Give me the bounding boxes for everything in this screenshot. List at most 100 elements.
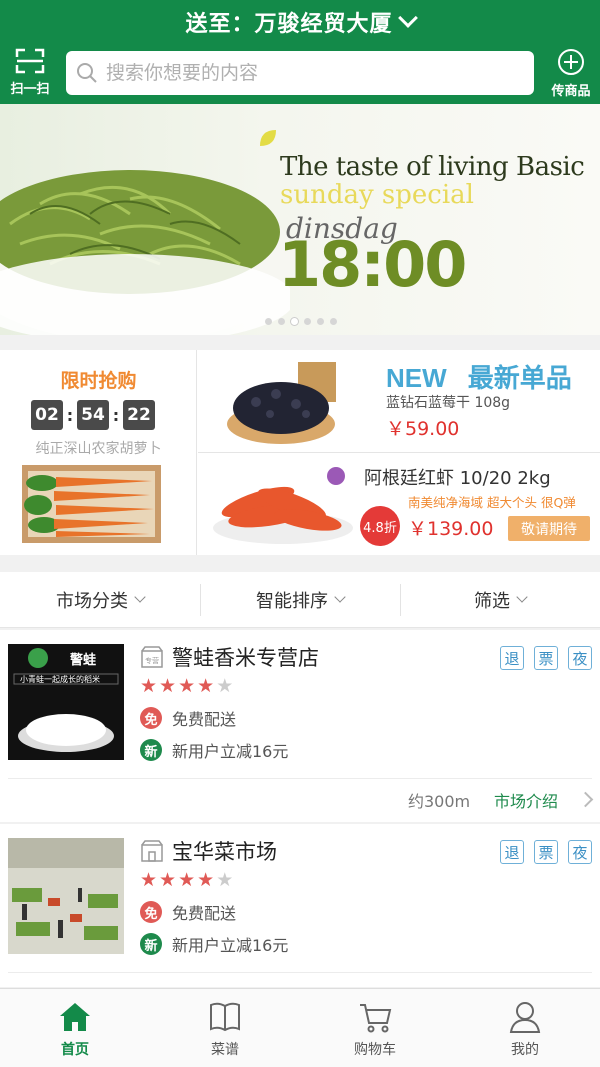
invoice-tag: 票	[534, 646, 558, 670]
carousel-dot[interactable]	[317, 318, 324, 325]
promo-item-price: ￥139.00	[408, 518, 494, 540]
filter-bar: 市场分类 智能排序 筛选	[0, 572, 600, 628]
star-empty-icon: ★	[216, 869, 234, 891]
store-icon	[141, 840, 163, 862]
user-icon	[509, 1002, 541, 1033]
new-badge: 新	[140, 739, 162, 761]
chevron-right-icon[interactable]	[577, 791, 594, 808]
carousel-dot[interactable]	[291, 318, 298, 325]
shop-name: 警蛙香米专营店	[172, 646, 319, 670]
shop-card[interactable]: 警蛙 小青蛙一起成长的稻米 专营 警蛙香米专营店 ★ ★ ★ ★ ★ 免 免费配送 新 …	[0, 630, 600, 822]
star-icon: ★	[140, 869, 158, 891]
new-item-tag: NEW 最新单品	[386, 358, 572, 395]
store-icon: 专营	[141, 646, 163, 668]
divider	[8, 778, 592, 779]
new-user-text: 新用户立减16元	[172, 936, 289, 955]
new-item-name: 蓝钻石蓝莓干 108g	[386, 395, 511, 411]
free-badge: 免	[140, 901, 162, 923]
tea-bowl-image	[0, 170, 290, 335]
scan-icon	[15, 48, 45, 74]
shop-thumbnail: 警蛙 小青蛙一起成长的稻米	[8, 644, 124, 760]
star-icon: ★	[159, 869, 177, 891]
promo-banner[interactable]: The taste of living Basic sunday special…	[0, 104, 600, 335]
filter-smart-sort[interactable]: 智能排序	[200, 572, 400, 627]
shop-service-tags: 退 票 夜	[500, 646, 592, 670]
coming-soon-badge: 敬请期待	[508, 516, 590, 541]
filter-market-category[interactable]: 市场分类	[0, 572, 200, 627]
location-name: 万骏经贸大厦	[254, 12, 393, 37]
chevron-down-icon	[516, 591, 528, 603]
scan-button[interactable]: 扫一扫	[4, 48, 56, 100]
countdown-timer: 02 : 54 : 22	[31, 400, 155, 430]
tab-cart[interactable]: 购物车	[300, 989, 450, 1067]
tab-cart-label: 购物车	[354, 1042, 396, 1058]
star-empty-icon: ★	[216, 675, 234, 697]
store-icon-text: 专营	[145, 656, 159, 665]
shop-thumbnail	[8, 838, 124, 954]
publish-button[interactable]: 传商品	[544, 48, 598, 100]
carousel-dot[interactable]	[330, 318, 337, 325]
tab-profile[interactable]: 我的	[450, 989, 600, 1067]
delivery-location[interactable]: 送至： 万骏经贸大厦	[0, 0, 600, 44]
star-icon: ★	[197, 869, 215, 891]
free-delivery-text: 免费配送	[172, 710, 237, 729]
shop-logo-text: 警蛙	[70, 652, 96, 668]
bottom-tab-bar: 首页 菜谱 购物车 我的	[0, 988, 600, 1067]
shop-service-tags: 退 票 夜	[500, 840, 592, 864]
new-tag-en: NEW	[386, 363, 447, 393]
search-input[interactable]	[106, 62, 526, 84]
shop-card[interactable]: 宝华菜市场 ★ ★ ★ ★ ★ 免 免费配送 新 新用户立减16元 退 票 夜	[0, 824, 600, 987]
star-icon: ★	[140, 675, 158, 697]
carousel-dot[interactable]	[265, 318, 272, 325]
carrot-crate-image	[22, 465, 161, 543]
countdown-minutes: 54	[77, 400, 109, 430]
free-delivery-row: 免 免费配送	[140, 900, 236, 924]
free-delivery-text: 免费配送	[172, 904, 237, 923]
tab-home-label: 首页	[61, 1042, 89, 1058]
countdown-hours: 02	[31, 400, 63, 430]
location-prefix: 送至：	[185, 12, 255, 37]
chevron-down-icon	[397, 8, 418, 28]
star-icon: ★	[197, 675, 215, 697]
tab-recipes[interactable]: 菜谱	[150, 989, 300, 1067]
shop-rating: ★ ★ ★ ★ ★	[140, 677, 233, 696]
new-tag-cn: 最新单品	[467, 364, 572, 394]
new-item-card[interactable]: NEW 最新单品 蓝钻石蓝莓干 108g ￥59.00	[198, 350, 600, 453]
refund-tag: 退	[500, 646, 524, 670]
flash-sale-card[interactable]: 限时抢购 02 : 54 : 22 纯正深山农家胡萝卜	[0, 350, 197, 555]
carousel-dot[interactable]	[304, 318, 311, 325]
promo-item-name: 阿根廷红虾 10/20 2kg	[364, 468, 551, 489]
carousel-dot[interactable]	[278, 318, 285, 325]
publish-label: 传商品	[551, 84, 591, 99]
new-item-price: ￥59.00	[386, 418, 460, 440]
tab-recipes-label: 菜谱	[211, 1042, 239, 1058]
tab-home[interactable]: 首页	[0, 989, 150, 1067]
shrimp-promo-card[interactable]: 阿根廷红虾 10/20 2kg 南美纯净海域 超大个头 很Q弹 4.8折 ￥13…	[198, 454, 600, 555]
flash-sale-title: 限时抢购	[60, 370, 137, 392]
filter-screen[interactable]: 筛选	[400, 572, 600, 627]
app-header: 送至： 万骏经贸大厦 扫一扫 传商品	[0, 0, 600, 104]
book-icon	[210, 1002, 240, 1032]
search-bar[interactable]	[66, 51, 534, 95]
discount-badge: 4.8折	[360, 506, 400, 546]
market-intro-link[interactable]: 市场介绍	[494, 788, 558, 812]
refund-tag: 退	[500, 840, 524, 864]
new-user-row: 新 新用户立减16元	[140, 932, 288, 956]
search-icon	[77, 63, 97, 83]
tab-profile-label: 我的	[511, 1042, 539, 1058]
invoice-tag: 票	[534, 840, 558, 864]
promo-grid: 限时抢购 02 : 54 : 22 纯正深山农家胡萝卜 NEW 最新单品 蓝钻石…	[0, 350, 600, 555]
blueberry-bowl-image	[227, 362, 336, 444]
flash-sale-product: 纯正深山农家胡萝卜	[35, 441, 162, 457]
scan-label: 扫一扫	[10, 82, 50, 97]
night-tag: 夜	[568, 646, 592, 670]
cart-icon	[360, 1004, 392, 1033]
carousel-dots	[265, 318, 337, 325]
star-icon: ★	[178, 675, 196, 697]
new-badge: 新	[140, 933, 162, 955]
countdown-seconds: 22	[123, 400, 155, 430]
shop-rating: ★ ★ ★ ★ ★	[140, 871, 233, 890]
star-icon: ★	[178, 869, 196, 891]
home-icon	[60, 1003, 90, 1031]
new-user-text: 新用户立减16元	[172, 742, 289, 761]
